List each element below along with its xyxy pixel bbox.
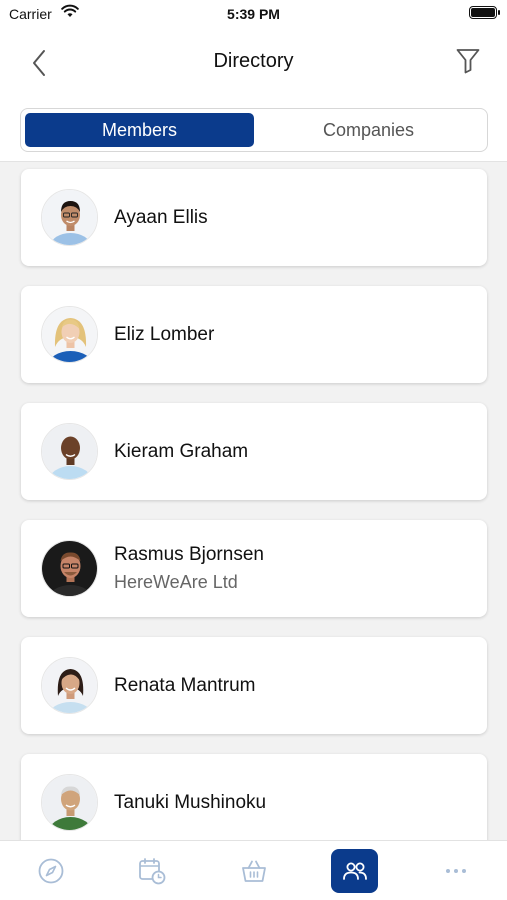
member-name: Rasmus Bjornsen xyxy=(114,544,264,565)
member-info: Eliz Lomber xyxy=(114,324,214,346)
member-info: Ayaan Ellis xyxy=(114,207,208,229)
navigation-bar: Directory xyxy=(0,28,507,96)
compass-icon xyxy=(38,858,64,883)
tab-directory[interactable] xyxy=(304,841,405,900)
member-card[interactable]: Rasmus Bjornsen HereWeAre Ltd xyxy=(21,520,487,617)
avatar xyxy=(41,189,98,246)
tab-more[interactable] xyxy=(406,841,507,900)
member-info: Tanuki Mushinoku xyxy=(114,792,266,814)
avatar xyxy=(41,423,98,480)
tab-members[interactable]: Members xyxy=(25,113,254,147)
basket-icon xyxy=(241,860,266,882)
calendar-clock-icon xyxy=(139,857,166,884)
page-title: Directory xyxy=(213,50,294,72)
tab-explore[interactable] xyxy=(0,841,101,900)
tab-companies[interactable]: Companies xyxy=(254,113,483,147)
avatar xyxy=(41,774,98,831)
status-bar: Carrier 5:39 PM xyxy=(0,0,507,28)
member-name: Kieram Graham xyxy=(114,440,249,462)
filter-icon xyxy=(456,49,480,74)
member-name: Renata Mantrum xyxy=(114,674,256,696)
member-company: HereWeAre Ltd xyxy=(114,572,238,592)
avatar xyxy=(41,540,98,597)
member-card[interactable]: Renata Mantrum xyxy=(21,637,487,734)
tab-shop[interactable] xyxy=(203,841,304,900)
member-info: Rasmus Bjornsen HereWeAre Ltd xyxy=(114,544,264,593)
member-name: Tanuki Mushinoku xyxy=(114,791,267,813)
member-info: Renata Mantrum xyxy=(114,675,256,697)
filter-button[interactable] xyxy=(453,46,483,76)
tab-schedule[interactable] xyxy=(101,841,202,900)
clock: 5:39 PM xyxy=(227,6,280,22)
segment-container: Members Companies xyxy=(0,96,507,162)
battery-icon xyxy=(469,6,500,19)
member-card[interactable]: Kieram Graham xyxy=(21,403,487,500)
member-card[interactable]: Ayaan Ellis xyxy=(21,169,487,266)
member-info: Kieram Graham xyxy=(114,441,248,463)
member-list: Ayaan Ellis Eliz Lomber Kieram Graham Ra… xyxy=(0,162,507,840)
member-name: Ayaan Ellis xyxy=(114,206,208,228)
tab-active-indicator xyxy=(331,848,379,893)
member-card[interactable]: Tanuki Mushinoku xyxy=(21,754,487,840)
avatar xyxy=(41,306,98,363)
tab-bar xyxy=(0,840,507,900)
more-icon xyxy=(446,868,467,873)
member-card[interactable]: Eliz Lomber xyxy=(21,286,487,383)
member-name: Eliz Lomber xyxy=(114,323,215,345)
segmented-control: Members Companies xyxy=(20,108,488,152)
avatar xyxy=(41,657,98,714)
people-icon xyxy=(343,862,367,880)
